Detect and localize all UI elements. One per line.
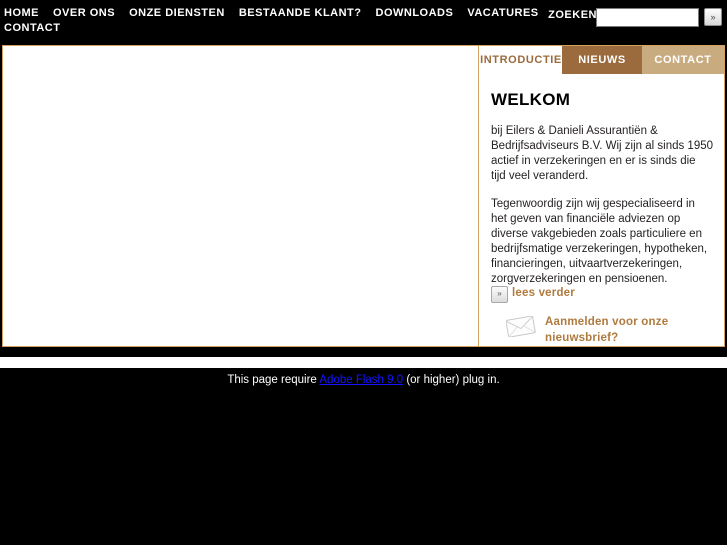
- nav-item-onze-diensten[interactable]: ONZE DIENSTEN: [129, 6, 239, 21]
- nav-link-bestaande-klant[interactable]: BESTAANDE KLANT?: [239, 6, 376, 21]
- main-menu: HOME OVER ONS ONZE DIENSTEN BESTAANDE KL…: [4, 6, 564, 36]
- double-chevron-right-icon: »: [710, 12, 716, 22]
- tab-introductie[interactable]: INTRODUCTIE: [480, 46, 562, 74]
- nav-item-downloads[interactable]: DOWNLOADS: [376, 6, 468, 21]
- nav-link-vacatures[interactable]: VACATURES: [467, 6, 552, 21]
- nav-link-over-ons[interactable]: OVER ONS: [53, 6, 129, 21]
- divider-black-band: [0, 348, 727, 357]
- divider-white-band: [0, 357, 727, 368]
- envelope-icon: [505, 315, 536, 338]
- flash-notice-suffix: (or higher) plug in.: [403, 374, 500, 386]
- search-input[interactable]: [596, 8, 699, 27]
- nav-item-home[interactable]: HOME: [4, 6, 53, 21]
- newsletter-row: Aanmelden voor onze nieuwsbrief?: [491, 314, 724, 346]
- nav-link-downloads[interactable]: DOWNLOADS: [376, 6, 468, 21]
- double-chevron-right-icon[interactable]: »: [491, 286, 508, 303]
- tab-contact[interactable]: CONTACT: [642, 46, 724, 74]
- panel-title: WELKOM: [491, 90, 571, 109]
- nav-item-over-ons[interactable]: OVER ONS: [53, 6, 129, 21]
- nav-link-home[interactable]: HOME: [4, 6, 53, 21]
- top-navigation-bar: HOME OVER ONS ONZE DIENSTEN BESTAANDE KL…: [0, 0, 727, 44]
- panel-tab-bar: INTRODUCTIE NIEUWS CONTACT: [480, 46, 724, 74]
- main-stage: INTRODUCTIE NIEUWS CONTACT WELKOM bij Ei…: [2, 45, 725, 347]
- flash-content-area: [3, 46, 479, 346]
- nav-item-contact[interactable]: CONTACT: [4, 21, 74, 36]
- page-bottom-fill: [0, 392, 727, 545]
- read-more-row: » lees verder: [491, 286, 724, 306]
- panel-paragraph-2: Tegenwoordig zijn wij gespecialiseerd in…: [491, 198, 708, 285]
- flash-plugin-notice: This page require Adobe Flash 9.0 (or hi…: [0, 374, 727, 386]
- nav-item-vacatures[interactable]: VACATURES: [467, 6, 552, 21]
- panel-paragraph-1: bij Eilers & Danieli Assurantiën & Bedri…: [491, 125, 714, 182]
- search-label: ZOEKEN: [548, 9, 597, 21]
- nav-link-contact[interactable]: CONTACT: [4, 21, 74, 36]
- right-content-panel: INTRODUCTIE NIEUWS CONTACT WELKOM bij Ei…: [480, 46, 724, 346]
- read-more-link[interactable]: lees verder: [512, 287, 575, 299]
- newsletter-signup-link[interactable]: Aanmelden voor onze nieuwsbrief?: [545, 314, 724, 346]
- nav-item-bestaande-klant[interactable]: BESTAANDE KLANT?: [239, 6, 376, 21]
- panel-links-area: » lees verder Aanmelden voor onze nieuws…: [480, 286, 724, 346]
- tab-nieuws[interactable]: NIEUWS: [562, 46, 642, 74]
- flash-notice-prefix: This page require: [227, 374, 320, 386]
- nav-link-onze-diensten[interactable]: ONZE DIENSTEN: [129, 6, 239, 21]
- adobe-flash-link[interactable]: Adobe Flash 9.0: [319, 374, 403, 386]
- panel-body: WELKOM bij Eilers & Danieli Assurantiën …: [480, 74, 724, 346]
- search-submit-button[interactable]: »: [704, 8, 722, 26]
